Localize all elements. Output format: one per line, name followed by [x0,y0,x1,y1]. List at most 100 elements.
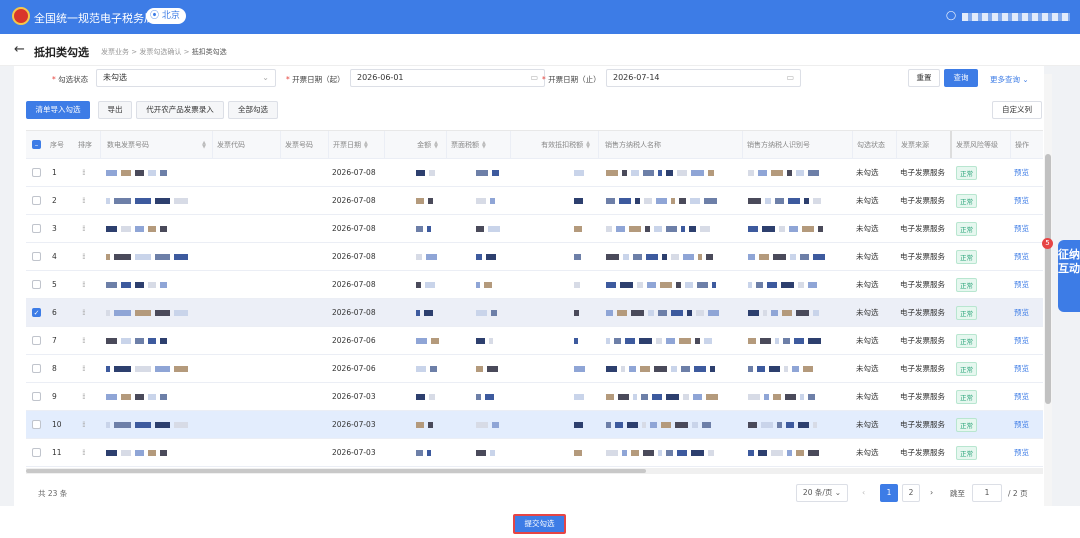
row-status: 未勾选 [856,336,879,345]
table-row[interactable]: 8 ⁞⁞ 2026-07-06 未勾选 电子发票服务 正常 预览 [26,355,1043,383]
page-size-select[interactable]: 20 条/页 ⌄ [796,484,848,502]
row-checkbox[interactable] [32,271,41,298]
drag-handle-icon[interactable]: ⁞⁞ [82,215,85,242]
date-start-label: * 开票日期（起） [286,75,345,84]
table-row[interactable]: 3 ⁞⁞ 2026-07-08 未勾选 电子发票服务 正常 预览 [26,215,1043,243]
header-deductible-tax[interactable]: 有效抵扣税额 ▲ ▼ [510,131,598,158]
amount-masked [416,159,446,186]
header-issue-date[interactable]: 开票日期 ▲ ▼ [328,131,384,158]
import-select-button[interactable]: 清单导入勾选 [26,101,90,119]
digital-no-masked [106,187,212,214]
tax-masked [476,411,510,438]
header-digital-no[interactable]: 数电发票号码 ▲ ▼ [100,131,212,158]
header-seller-id: 销售方纳税人识别号 [742,131,852,158]
row-checkbox[interactable] [32,411,41,438]
status-select[interactable]: 未勾选 ⌄ [96,69,276,87]
table-header: – 序号 排序 数电发票号码 ▲ ▼ 发票代码 发票号码 开票日期 ▲ ▼ 金额 ▲ ▼ 票… [26,131,1043,159]
table-row[interactable]: 4 ⁞⁞ 2026-07-08 未勾选 电子发票服务 正常 预览 [26,243,1043,271]
select-all-button[interactable]: 全部勾选 [228,101,278,119]
amount-masked [416,187,446,214]
location-pin-icon: ⦿ [150,11,160,21]
row-checkbox[interactable] [32,215,41,242]
row-checkbox[interactable] [32,327,41,354]
drag-handle-icon[interactable]: ⁞⁞ [82,355,85,382]
seller-id-masked [748,327,852,354]
more-query-link[interactable]: 更多查询 ⌄ [990,74,1029,85]
table-row[interactable]: 11 ⁞⁞ 2026-07-03 未勾选 电子发票服务 正常 预览 [26,439,1043,467]
row-checkbox[interactable] [32,383,41,410]
reset-button[interactable]: 重置 [908,69,940,87]
row-source: 电子发票服务 [900,392,945,401]
drag-handle-icon[interactable]: ⁞⁞ [82,383,85,410]
header-amount[interactable]: 金额 ▲ ▼ [384,131,446,158]
drag-handle-icon[interactable]: ⁞⁞ [82,327,85,354]
next-page-icon[interactable]: › [930,488,933,497]
preview-link[interactable]: 预览 [1014,299,1029,326]
amount-masked [416,243,446,270]
vertical-scrollbar[interactable] [1044,74,1052,514]
drag-handle-icon[interactable]: ⁞⁞ [82,187,85,214]
row-checkbox[interactable] [32,159,41,186]
digital-no-masked [106,327,212,354]
table-row[interactable]: 7 ⁞⁞ 2026-07-06 未勾选 电子发票服务 正常 预览 [26,327,1043,355]
table-row[interactable]: 5 ⁞⁞ 2026-07-08 未勾选 电子发票服务 正常 预览 [26,271,1043,299]
user-name-masked[interactable] [962,13,1070,21]
location-label: 北京 [161,11,180,21]
drag-handle-icon[interactable]: ⁞⁞ [82,439,85,466]
interaction-float-tab[interactable]: 征纳互动 [1058,240,1080,312]
row-checkbox[interactable] [32,439,41,466]
preview-link[interactable]: 预览 [1014,355,1029,382]
preview-link[interactable]: 预览 [1014,159,1029,186]
table-row[interactable]: 2 ⁞⁞ 2026-07-08 未勾选 电子发票服务 正常 预览 [26,187,1043,215]
page-2-button[interactable]: 2 [902,484,920,502]
preview-link[interactable]: 预览 [1014,271,1029,298]
custom-columns-button[interactable]: 自定义列 [992,101,1042,119]
preview-link[interactable]: 预览 [1014,411,1029,438]
table-row[interactable]: 10 ⁞⁞ 2026-07-03 未勾选 电子发票服务 正常 预览 [26,411,1043,439]
risk-badge: 正常 [956,327,977,354]
drag-handle-icon[interactable]: ⁞⁞ [82,271,85,298]
page-1-button[interactable]: 1 [880,484,898,502]
back-arrow-icon[interactable]: ← [14,42,25,57]
location-selector[interactable]: ⦿ 北京 [146,8,186,24]
submit-selection-button[interactable]: 提交勾选 [513,514,566,534]
export-button[interactable]: 导出 [98,101,132,119]
drag-handle-icon[interactable]: ⁞⁞ [82,299,85,326]
preview-link[interactable]: 预览 [1014,215,1029,242]
table-row[interactable]: 9 ⁞⁞ 2026-07-03 未勾选 电子发票服务 正常 预览 [26,383,1043,411]
header-tax[interactable]: 票面税额 ▲ ▼ [446,131,510,158]
header-checkbox[interactable]: – [32,131,41,158]
row-status: 未勾选 [856,448,879,457]
amount-masked [416,327,446,354]
preview-link[interactable]: 预览 [1014,243,1029,270]
row-checkbox[interactable] [32,187,41,214]
drag-handle-icon[interactable]: ⁞⁞ [82,243,85,270]
prev-page-icon[interactable]: ‹ [862,488,865,497]
row-status: 未勾选 [856,168,879,177]
jump-page-input[interactable]: 1 [972,484,1002,502]
horizontal-scrollbar[interactable] [26,468,1043,474]
risk-badge: 正常 [956,243,977,270]
drag-handle-icon[interactable]: ⁞⁞ [82,411,85,438]
breadcrumb-item[interactable]: 发票业务 [101,48,129,56]
query-button[interactable]: 查询 [944,69,978,87]
row-checkbox[interactable]: ✓ [32,299,41,326]
table-row[interactable]: 1 ⁞⁞ 2026-07-08 未勾选 电子发票服务 正常 预览 [26,159,1043,187]
amount-masked [416,355,446,382]
date-end-input[interactable]: 2026-07-14 ▭ [606,69,801,87]
row-checkbox[interactable] [32,355,41,382]
preview-link[interactable]: 预览 [1014,187,1029,214]
agri-entry-button[interactable]: 代开农产品发票录入 [136,101,224,119]
preview-link[interactable]: 预览 [1014,383,1029,410]
table-row[interactable]: ✓ 6 ⁞⁞ 2026-07-08 未勾选 电子发票服务 正常 预览 [26,299,1043,327]
user-icon[interactable]: ◯ [946,11,956,21]
drag-handle-icon[interactable]: ⁞⁞ [82,159,85,186]
tax-masked [476,355,510,382]
date-start-input[interactable]: 2026-06-01 ▭ [350,69,545,87]
breadcrumb-item[interactable]: 发票勾选确认 [139,48,181,56]
preview-link[interactable]: 预览 [1014,327,1029,354]
deductible-tax-masked [574,355,598,382]
row-checkbox[interactable] [32,243,41,270]
preview-link[interactable]: 预览 [1014,439,1029,466]
row-issue-date: 2026-07-06 [332,336,376,345]
